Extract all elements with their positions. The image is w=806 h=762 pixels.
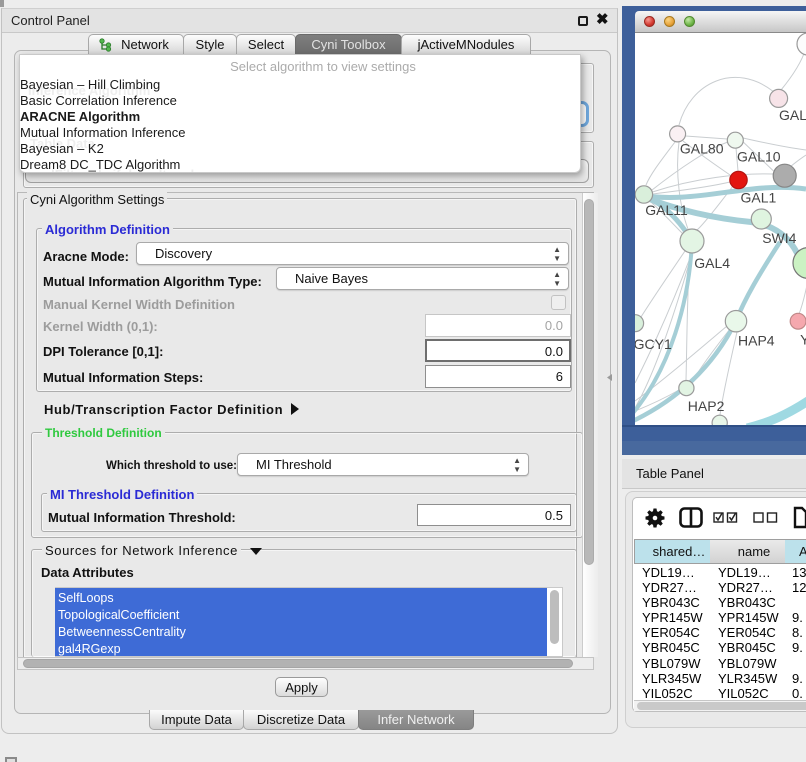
svg-text:SWI4: SWI4 — [762, 230, 796, 246]
svg-text:GCY1: GCY1 — [635, 336, 672, 352]
svg-text:GAL10: GAL10 — [737, 149, 781, 165]
svg-text:GAL11: GAL11 — [645, 202, 688, 218]
svg-text:HAP2: HAP2 — [688, 398, 725, 414]
svg-text:GAL4: GAL4 — [694, 255, 730, 271]
svg-text:GAL1: GAL1 — [741, 189, 777, 205]
svg-text:GAL80: GAL80 — [680, 140, 724, 156]
svg-text:GAL7: GAL7 — [779, 107, 806, 123]
svg-text:HAP4: HAP4 — [738, 333, 775, 349]
svg-text:Y: Y — [800, 332, 806, 348]
